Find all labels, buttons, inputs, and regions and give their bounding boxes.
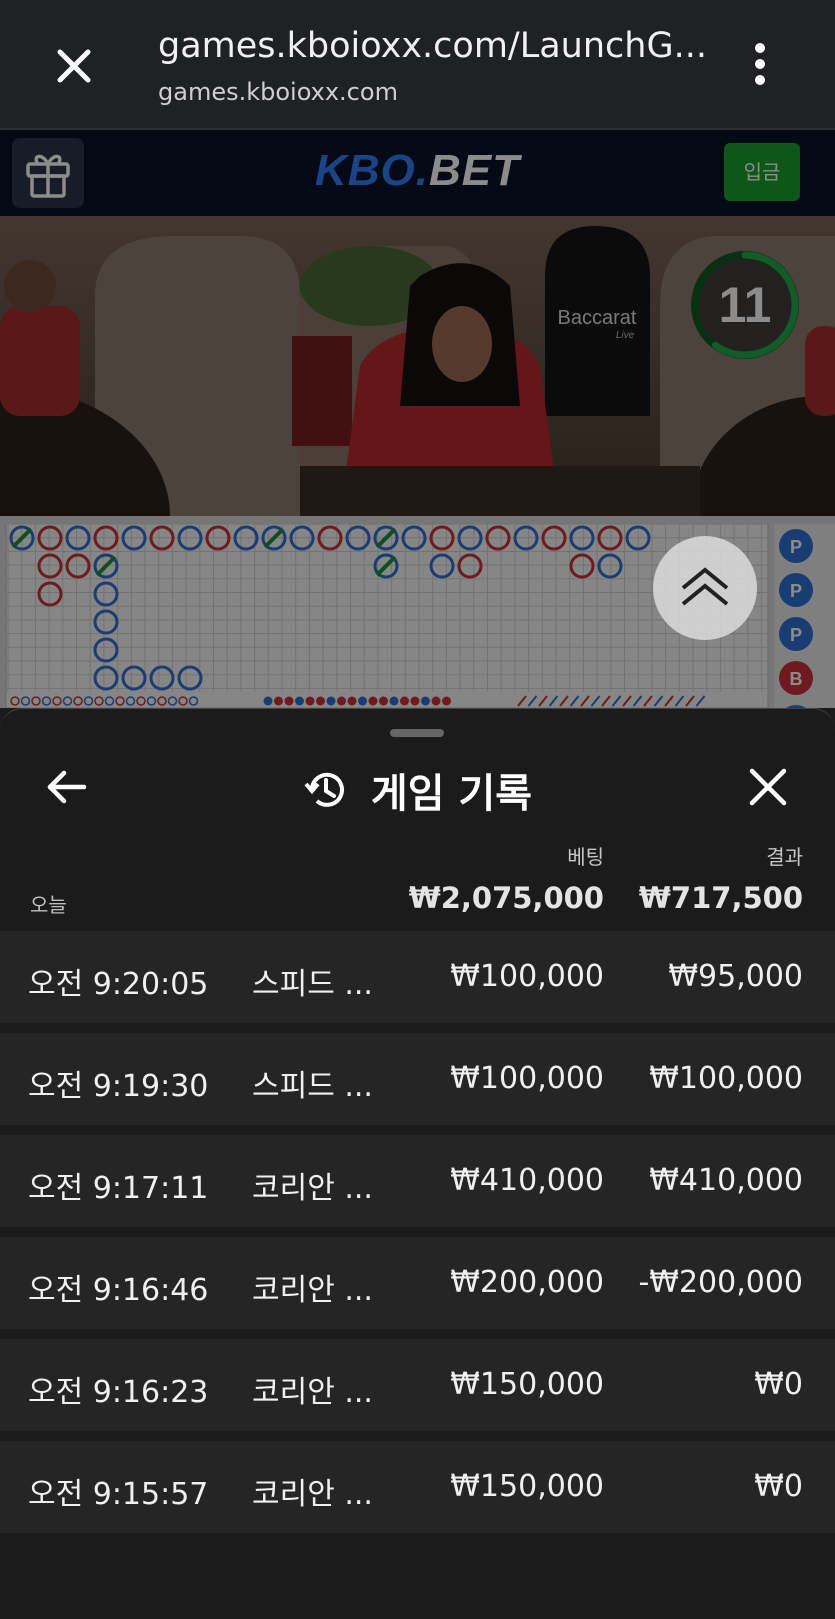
column-header-bet: 베팅 xyxy=(567,845,604,869)
row-result: ₩0 xyxy=(754,1367,803,1402)
browser-toolbar: games.kboioxx.com/LaunchG... games.kboio… xyxy=(0,0,835,130)
row-game: 코리안 ... xyxy=(252,1477,373,1512)
history-row[interactable]: 오전 9:19:30 스피드 ... ₩100,000 ₩100,000 xyxy=(0,1033,835,1125)
row-bet: ₩410,000 xyxy=(450,1163,604,1198)
row-time: 오전 9:16:46 xyxy=(28,1273,209,1308)
sheet-title-text: 게임 기록 xyxy=(370,771,533,817)
row-bet: ₩150,000 xyxy=(450,1367,604,1402)
row-time: 오전 9:20:05 xyxy=(28,967,209,1002)
history-icon xyxy=(304,772,344,807)
row-bet: ₩100,000 xyxy=(450,1061,604,1096)
history-row[interactable]: 오전 9:20:05 스피드 ... ₩100,000 ₩95,000 xyxy=(0,931,835,1023)
today-label: 오늘 xyxy=(30,893,67,917)
sheet-drag-handle[interactable] xyxy=(390,729,444,737)
row-game: 스피드 ... xyxy=(252,967,373,1002)
row-time: 오전 9:15:57 xyxy=(28,1477,209,1512)
history-row[interactable]: 오전 9:16:23 코리안 ... ₩150,000 ₩0 xyxy=(0,1339,835,1431)
row-game: 코리안 ... xyxy=(252,1375,373,1410)
row-bet: ₩200,000 xyxy=(450,1265,604,1300)
close-icon[interactable] xyxy=(746,765,790,809)
history-row[interactable]: 오전 9:16:46 코리안 ... ₩200,000 -₩200,000 xyxy=(0,1237,835,1329)
history-list: 오전 9:20:05 스피드 ... ₩100,000 ₩95,000 오전 9… xyxy=(0,931,835,1543)
column-header-result: 결과 xyxy=(766,845,803,869)
row-result: ₩95,000 xyxy=(668,959,803,994)
row-result: ₩100,000 xyxy=(649,1061,803,1096)
row-time: 오전 9:19:30 xyxy=(28,1069,209,1104)
close-icon[interactable] xyxy=(48,40,100,92)
history-row[interactable]: 오전 9:15:57 코리안 ... ₩150,000 ₩0 xyxy=(0,1441,835,1533)
row-bet: ₩150,000 xyxy=(450,1469,604,1504)
row-game: 코리안 ... xyxy=(252,1273,373,1308)
row-result: ₩410,000 xyxy=(649,1163,803,1198)
row-time: 오전 9:16:23 xyxy=(28,1375,209,1410)
sheet-title: 게임 기록 xyxy=(0,761,835,819)
expand-roadmap-button[interactable] xyxy=(653,536,757,640)
page-host: games.kboioxx.com xyxy=(158,78,398,106)
row-game: 코리안 ... xyxy=(252,1171,373,1206)
row-result: ₩0 xyxy=(754,1469,803,1504)
row-game: 스피드 ... xyxy=(252,1069,373,1104)
history-row[interactable]: 오전 9:17:11 코리안 ... ₩410,000 ₩410,000 xyxy=(0,1135,835,1227)
game-history-sheet: 게임 기록 베팅 결과 오늘 ₩2,075,000 ₩717,500 오전 9:… xyxy=(0,708,835,1619)
page-url-title[interactable]: games.kboioxx.com/LaunchG... xyxy=(158,26,707,66)
total-result: ₩717,500 xyxy=(638,881,803,915)
total-bet: ₩2,075,000 xyxy=(408,881,604,915)
row-bet: ₩100,000 xyxy=(450,959,604,994)
row-time: 오전 9:17:11 xyxy=(28,1171,209,1206)
double-chevron-up-icon xyxy=(681,567,729,606)
overflow-menu-icon[interactable] xyxy=(748,40,772,88)
row-result: -₩200,000 xyxy=(638,1265,803,1300)
